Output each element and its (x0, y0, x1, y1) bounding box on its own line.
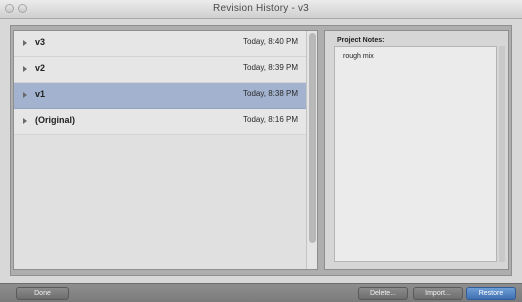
delete-button[interactable]: Delete... (358, 287, 408, 300)
revision-history-window: Revision History - v3 v3 Today, 8:40 PM … (0, 0, 522, 302)
project-notes-label: Project Notes: (337, 37, 385, 44)
restore-button[interactable]: Restore (466, 287, 516, 300)
project-notes-text: rough mix (343, 53, 374, 60)
revision-time: Today, 8:16 PM (243, 115, 298, 124)
revision-time: Today, 8:39 PM (243, 63, 298, 72)
revision-row-v2[interactable]: v2 Today, 8:39 PM (14, 57, 306, 83)
done-button[interactable]: Done (16, 287, 69, 300)
revision-name: (Original) (35, 115, 75, 125)
disclosure-triangle-icon[interactable] (23, 118, 27, 124)
title-bar: Revision History - v3 (0, 0, 522, 19)
revision-row-v3[interactable]: v3 Today, 8:40 PM (14, 31, 306, 57)
revision-list: v3 Today, 8:40 PM v2 Today, 8:39 PM v1 T… (13, 30, 318, 270)
project-notes-field[interactable]: rough mix (334, 46, 497, 262)
disclosure-triangle-icon[interactable] (23, 40, 27, 46)
revision-name: v3 (35, 37, 46, 47)
list-scrollbar[interactable] (306, 31, 317, 269)
revision-time: Today, 8:38 PM (243, 89, 298, 98)
window-title: Revision History - v3 (213, 3, 309, 14)
revision-row-v1[interactable]: v1 Today, 8:38 PM (14, 83, 306, 109)
notes-scrollbar[interactable] (499, 46, 505, 262)
disclosure-triangle-icon[interactable] (23, 92, 27, 98)
project-notes-panel: Project Notes: rough mix (324, 30, 509, 270)
revision-time: Today, 8:40 PM (243, 37, 298, 46)
revision-name: v1 (35, 89, 46, 99)
import-button[interactable]: Import... (413, 287, 463, 300)
disclosure-triangle-icon[interactable] (23, 66, 27, 72)
list-scroll-thumb[interactable] (309, 33, 316, 243)
revision-name: v2 (35, 63, 46, 73)
bottom-toolbar: Done Delete... Import... Restore (0, 283, 522, 302)
revision-row-original[interactable]: (Original) Today, 8:16 PM (14, 109, 306, 135)
